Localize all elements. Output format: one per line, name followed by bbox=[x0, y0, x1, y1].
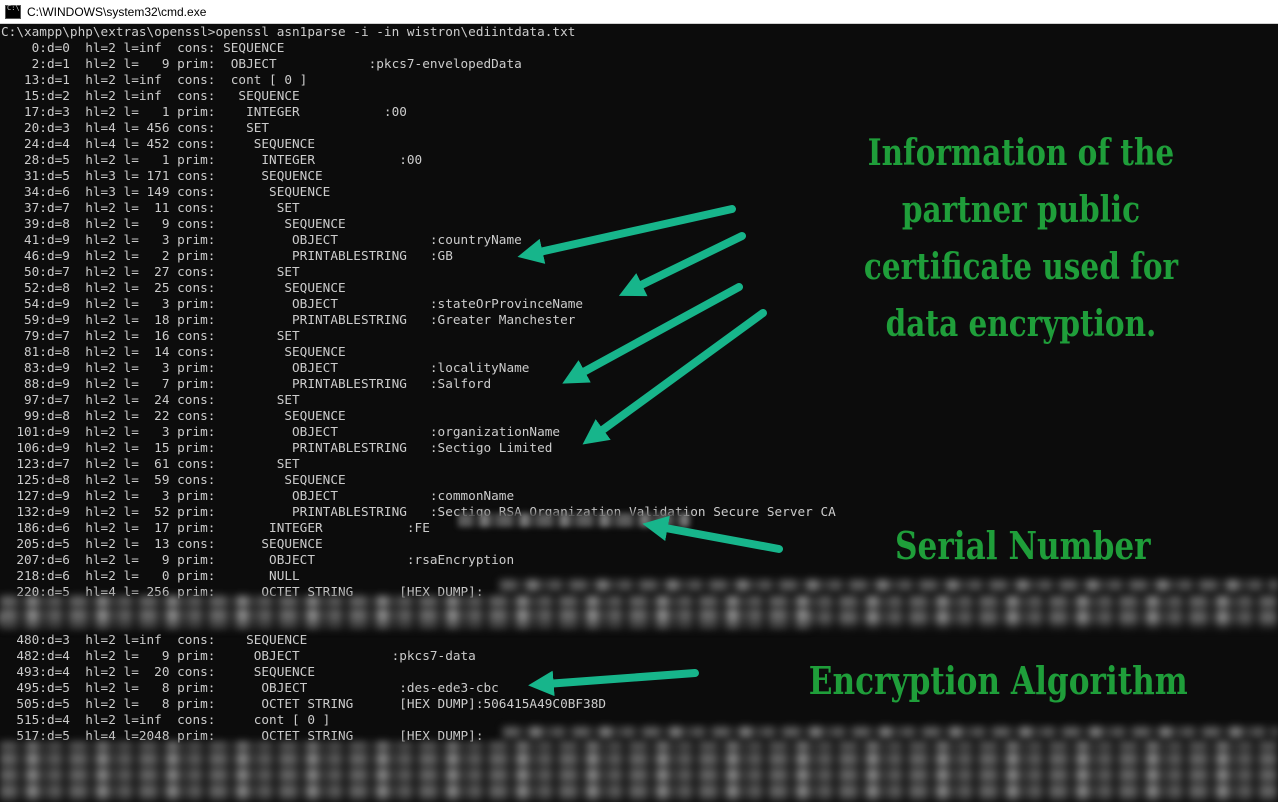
certificate-info-annotation: Information of the partner public certif… bbox=[863, 132, 1179, 345]
arrow-to-country bbox=[517, 205, 736, 264]
arrow-to-state bbox=[618, 232, 746, 297]
arrow-to-serial bbox=[642, 515, 783, 553]
serial-number-annotation: Serial Number bbox=[895, 523, 1151, 568]
arrow-to-locality bbox=[562, 283, 743, 384]
arrow-to-encryption bbox=[528, 669, 699, 697]
encryption-algorithm-annotation: Encryption Algorithm bbox=[808, 658, 1188, 703]
arrow-to-organization bbox=[582, 309, 767, 445]
